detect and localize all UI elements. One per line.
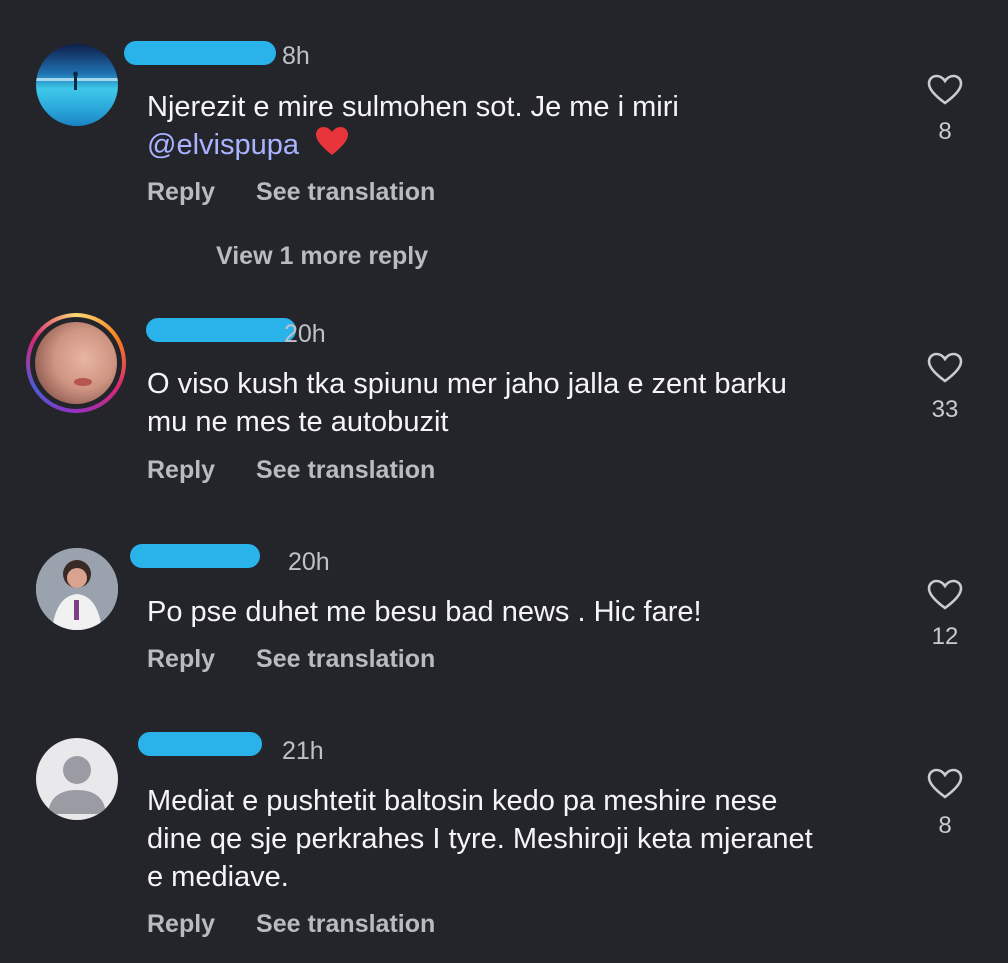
avatar-photo <box>74 378 92 386</box>
heart-outline-icon <box>927 768 963 799</box>
avatar[interactable] <box>36 44 118 126</box>
reply-button[interactable]: Reply <box>147 910 215 938</box>
comment-actions: Reply See translation <box>147 645 469 674</box>
heart-outline-icon <box>927 579 963 610</box>
avatar[interactable] <box>36 548 118 630</box>
heart-outline-icon <box>927 352 963 383</box>
like-button[interactable]: 8 <box>922 74 968 146</box>
comment-actions: Reply See translation <box>147 456 469 485</box>
see-translation-button[interactable]: See translation <box>256 645 435 673</box>
comment-actions: Reply See translation <box>147 178 469 207</box>
mention-link[interactable]: @elvispupa <box>147 129 299 161</box>
avatar-photo <box>36 71 118 90</box>
like-button[interactable]: 8 <box>922 768 968 840</box>
comment-text: Po pse duhet me besu bad news . Hic fare… <box>147 596 702 628</box>
reply-button[interactable]: Reply <box>147 178 215 206</box>
like-count: 8 <box>938 118 952 145</box>
comment-time: 20h <box>288 548 330 576</box>
story-ring[interactable] <box>26 313 126 413</box>
username-redacted[interactable] <box>120 732 280 760</box>
comment-time: 20h <box>284 320 326 348</box>
comment-actions: Reply See translation <box>147 910 469 939</box>
heart-outline-icon <box>927 74 963 105</box>
reply-button[interactable]: Reply <box>147 456 215 484</box>
username-redacted[interactable] <box>120 544 280 572</box>
comment-text: Njerezit e mire sulmohen sot. Je me i mi… <box>147 88 887 166</box>
see-translation-button[interactable]: See translation <box>256 178 435 206</box>
view-more-replies[interactable]: View 1 more reply <box>216 242 428 271</box>
username-redacted[interactable] <box>120 41 280 69</box>
see-translation-button[interactable]: See translation <box>256 456 435 484</box>
comment-time: 21h <box>282 737 324 765</box>
like-count: 12 <box>931 623 959 650</box>
like-button[interactable]: 33 <box>922 352 968 424</box>
red-heart-emoji <box>315 126 349 166</box>
like-button[interactable]: 12 <box>922 579 968 651</box>
comment-text: O viso kush tka spiunu mer jaho jalla e … <box>147 368 787 438</box>
username-redacted[interactable] <box>120 318 296 346</box>
avatar <box>35 322 117 404</box>
comment-time: 8h <box>282 42 310 70</box>
avatar-photo <box>36 548 118 630</box>
person-silhouette-icon <box>48 756 106 814</box>
avatar[interactable] <box>36 738 118 820</box>
comment-text: Mediat e pushtetit baltosin kedo pa mesh… <box>147 785 813 893</box>
like-count: 33 <box>931 396 959 423</box>
see-translation-button[interactable]: See translation <box>256 910 435 938</box>
like-count: 8 <box>938 812 952 839</box>
reply-button[interactable]: Reply <box>147 645 215 673</box>
